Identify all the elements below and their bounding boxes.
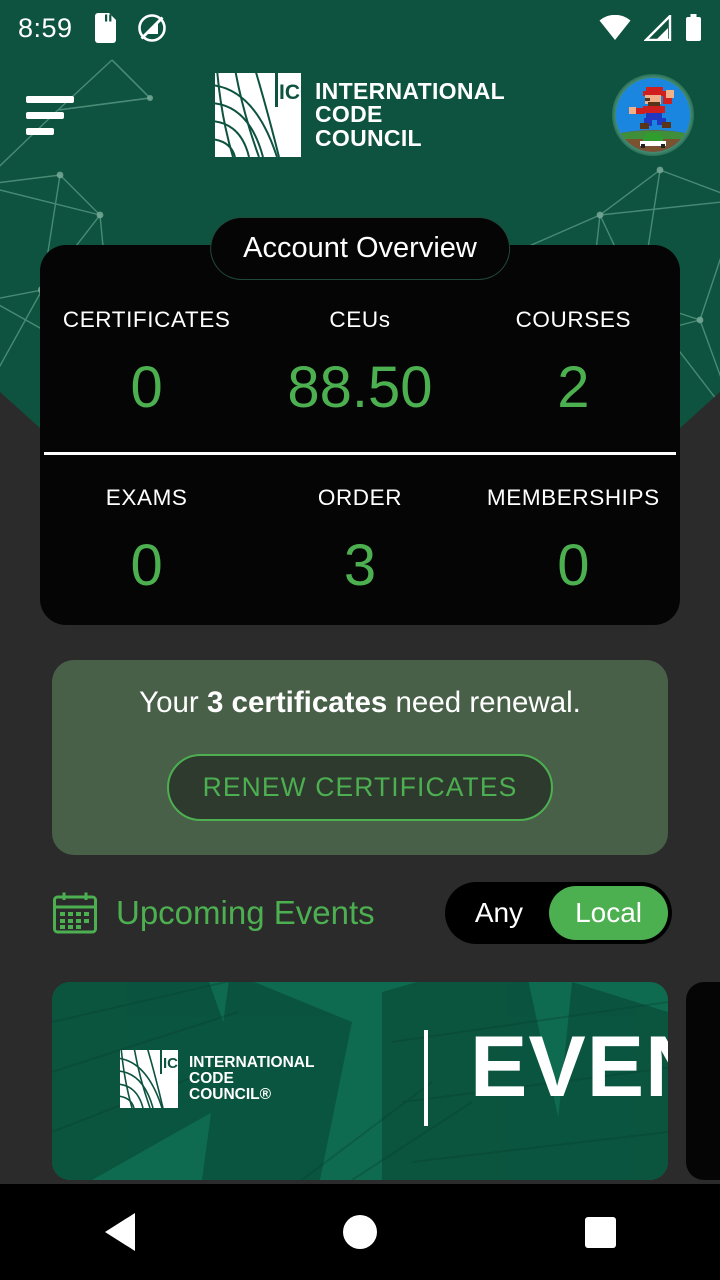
app-logo: ICC INTERNATIONAL CODE COUNCIL [214,73,506,157]
icc-globe-glyph: ICC [214,73,301,157]
brand-wordmark: INTERNATIONAL CODE COUNCIL [314,77,506,151]
stat-order[interactable]: ORDER 3 [253,485,466,595]
home-button[interactable] [300,1197,420,1267]
brand-line-2: CODE [314,101,383,128]
overview-row-bottom: EXAMS 0 ORDER 3 MEMBERSHIPS 0 [40,485,680,595]
stat-label: CEUs [329,307,391,332]
stat-label: MEMBERSHIPS [486,485,660,510]
status-bar-right-icons [599,14,702,42]
brand-line-1: INTERNATIONAL [314,77,506,104]
brand-line-3: COUNCIL [314,124,422,151]
back-triangle-icon [105,1213,135,1251]
app-screen: 8:59 IC INTERNATIONAL CODE COUNCIL Accou… [0,0,720,1280]
stat-label: COURSES [515,307,632,332]
renewal-message: Your 3 certificates need renewal. [76,686,644,720]
home-circle-icon [343,1215,377,1249]
account-overview-card: CERTIFICATES 0 CEUs 88.50 COURSES 2 EXAM… [40,245,680,625]
account-overview-section: Account Overview CERTIFICATES 0 CEUs 88.… [40,217,680,625]
toggle-option-any[interactable]: Any [449,886,549,940]
event-card-carousel[interactable]: ICC INTERNATIONAL CODE COUNCIL® EVENT [52,982,720,1182]
icc-globe-glyph: ICC [120,1050,178,1108]
overview-divider [44,452,676,455]
account-overview-badge: Account Overview [210,217,510,280]
event-card-logo: ICC INTERNATIONAL CODE COUNCIL® [120,1050,314,1108]
event-card-next[interactable] [686,982,720,1180]
stat-value: 3 [343,533,377,598]
upcoming-events-header: Upcoming Events Any Local [52,880,672,946]
icc-mark-text: ICC [279,81,301,104]
stat-value: 0 [130,533,163,598]
status-bar: 8:59 [0,0,720,56]
sd-card-icon [94,13,116,43]
stat-ceus[interactable]: CEUs 88.50 [253,307,466,417]
app-bar: ICC INTERNATIONAL CODE COUNCIL [0,56,720,174]
dnd-off-icon [137,14,166,42]
stat-value: 0 [557,533,590,598]
toggle-option-local[interactable]: Local [549,886,668,940]
stat-value: 0 [130,355,163,420]
stat-memberships[interactable]: MEMBERSHIPS 0 [467,485,680,595]
icc-globe-mark-icon: ICC [214,73,301,157]
mario-avatar-art [616,78,690,152]
recents-square-icon [584,1216,616,1248]
back-button[interactable] [60,1197,180,1267]
hamburger-line [26,95,74,103]
event-brand-line-3: COUNCIL® [189,1086,272,1104]
status-bar-left-icons [94,13,167,43]
stat-label: EXAMS [105,485,188,510]
renewal-highlight: 3 certificates [206,686,388,719]
stat-label: ORDER [317,485,403,510]
cellular-signal-icon [644,15,672,41]
certificate-renewal-banner: Your 3 certificates need renewal. RENEW … [52,660,668,855]
icc-mark-text: ICC [163,1055,178,1072]
stat-value: 2 [557,355,590,420]
icc-globe-mark-icon: ICC [120,1050,178,1108]
event-brand-line-1: INTERNATIONAL [189,1053,315,1071]
stat-label: CERTIFICATES [62,307,231,332]
recents-button[interactable] [540,1197,660,1267]
status-bar-clock: 8:59 [18,12,73,43]
renewal-suffix: need renewal. [387,686,581,719]
stat-certificates[interactable]: CERTIFICATES 0 [40,307,253,417]
event-card[interactable]: ICC INTERNATIONAL CODE COUNCIL® EVENT [52,982,668,1180]
event-scope-toggle[interactable]: Any Local [444,882,672,944]
android-navigation-bar [0,1184,720,1280]
avatar-image [616,78,690,152]
avatar[interactable] [612,74,694,156]
wifi-icon [599,15,631,40]
hamburger-menu-icon[interactable] [26,95,78,135]
stat-exams[interactable]: EXAMS 0 [40,485,253,595]
hamburger-line [26,127,54,135]
event-card-headline: EVENT [470,1019,668,1115]
renewal-prefix: Your [139,686,207,719]
upcoming-events-title: Upcoming Events [116,894,375,931]
battery-icon [686,14,701,41]
stat-courses[interactable]: COURSES 2 [467,307,680,417]
renew-certificates-button[interactable]: RENEW CERTIFICATES [166,754,554,821]
stat-value: 88.50 [287,355,433,420]
event-card-divider [424,1030,428,1126]
calendar-icon [53,892,97,934]
event-card-brand-text: INTERNATIONAL CODE COUNCIL® [189,1053,315,1104]
hamburger-line [26,111,64,119]
overview-row-top: CERTIFICATES 0 CEUs 88.50 COURSES 2 [40,307,680,417]
event-brand-line-2: CODE [189,1069,234,1087]
